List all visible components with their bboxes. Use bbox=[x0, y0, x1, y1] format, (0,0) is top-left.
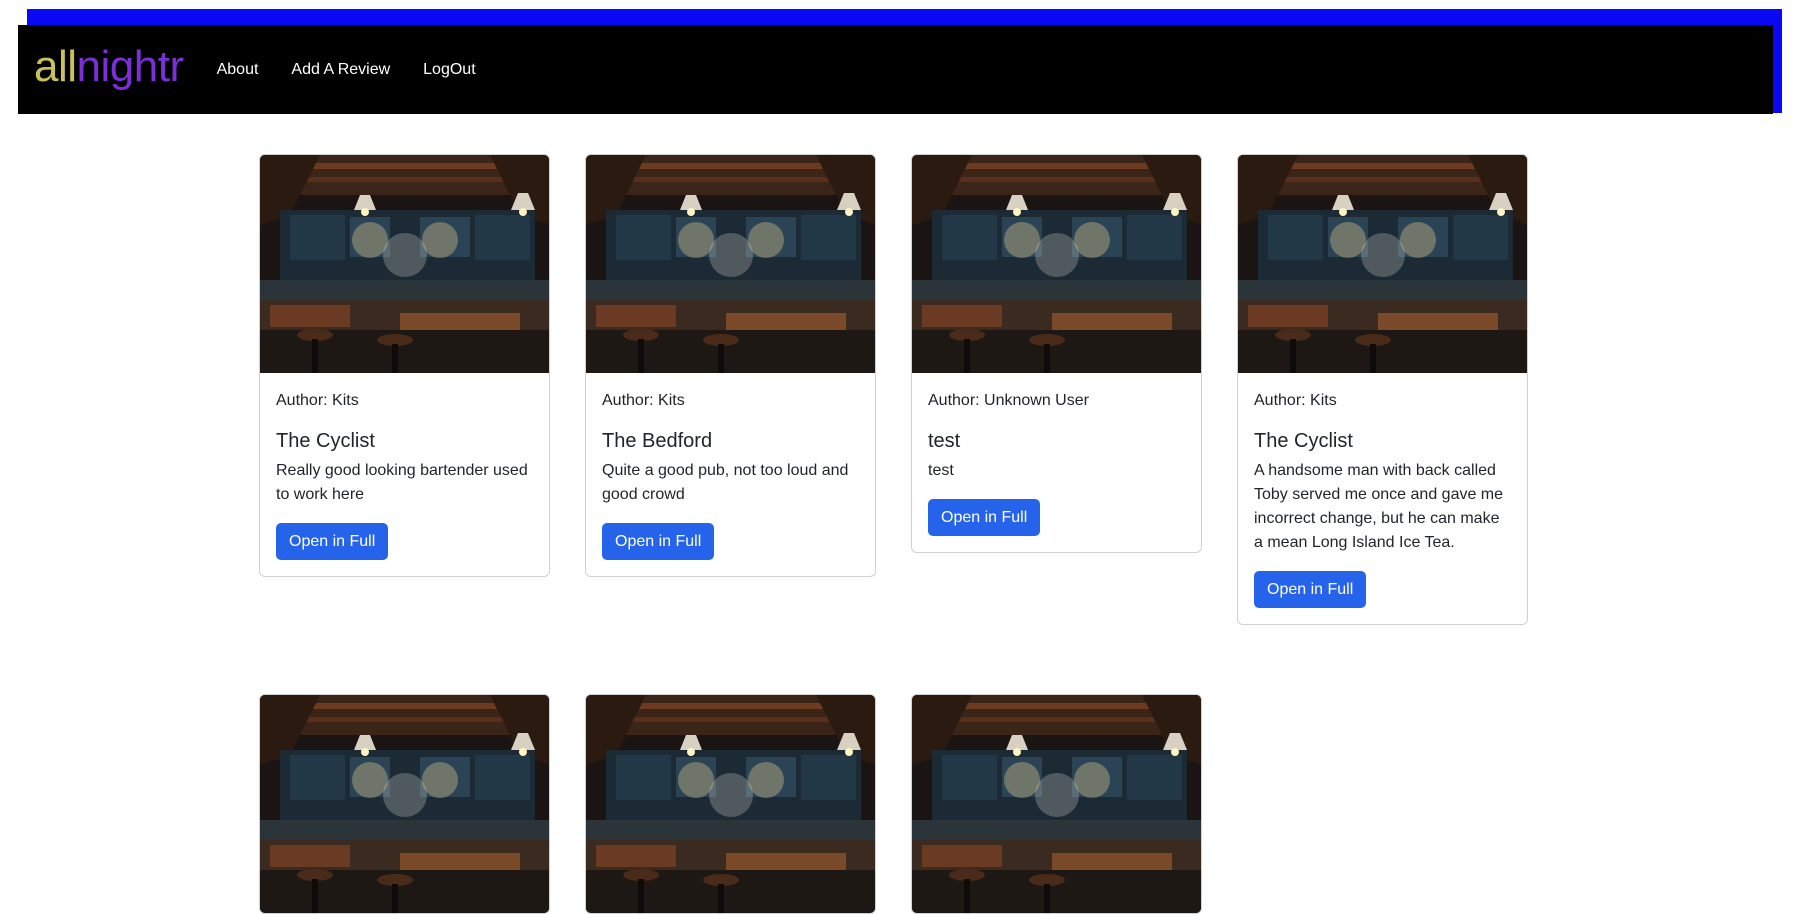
open-in-full-button[interactable]: Open in Full bbox=[276, 523, 389, 561]
card-author: Author: Kits bbox=[1254, 392, 1337, 409]
bar-interior-image bbox=[1238, 155, 1528, 373]
card-title: The Cyclist bbox=[276, 430, 375, 452]
open-in-full-button[interactable]: Open in Full bbox=[928, 499, 1041, 537]
review-card: Author: Unknown User test test Open in Full bbox=[911, 154, 1202, 554]
card-body: Author: Kits The Bedford Quite a good pub,… bbox=[586, 373, 875, 576]
navbar: allnightr About Add A Review LogOut bbox=[18, 25, 1773, 114]
bar-interior-image bbox=[586, 695, 876, 913]
review-card: Author: Kits The Bedford Quite a good pub,… bbox=[585, 154, 876, 578]
card-body: Author: Kits The Cyclist A handsome man wi… bbox=[1238, 373, 1527, 624]
review-card bbox=[585, 694, 876, 914]
bar-interior-image bbox=[586, 155, 876, 373]
bar-interior-image bbox=[912, 695, 1202, 913]
review-cards-grid: Author: Kits The Cyclist Really good looki… bbox=[259, 154, 1539, 914]
brand-part-1: all bbox=[34, 41, 77, 91]
card-author: Author: Unknown User bbox=[928, 392, 1089, 409]
card-author: Author: Kits bbox=[276, 392, 359, 409]
nav-links: About Add A Review LogOut bbox=[217, 61, 509, 79]
card-text: Really good looking bartender used to wo… bbox=[276, 462, 528, 503]
card-title: test bbox=[928, 430, 961, 452]
open-in-full-button[interactable]: Open in Full bbox=[1254, 571, 1367, 609]
open-in-full-button[interactable]: Open in Full bbox=[602, 523, 715, 561]
card-body: Author: Unknown User test test Open in Full bbox=[912, 373, 1201, 552]
card-text: test bbox=[928, 462, 954, 479]
review-card bbox=[911, 694, 1202, 914]
nav-logout-link[interactable]: LogOut bbox=[423, 61, 475, 79]
nav-add-review-link[interactable]: Add A Review bbox=[291, 61, 390, 79]
bar-interior-image bbox=[912, 155, 1202, 373]
card-author: Author: Kits bbox=[602, 392, 685, 409]
card-text: A handsome man with back called Toby ser… bbox=[1254, 462, 1504, 551]
card-body: Author: Kits The Cyclist Really good looki… bbox=[260, 373, 549, 576]
review-card: Author: Kits The Cyclist A handsome man wi… bbox=[1237, 154, 1528, 626]
bar-interior-image bbox=[260, 155, 550, 373]
nav-about-link[interactable]: About bbox=[217, 61, 259, 79]
brand-logo[interactable]: allnightr bbox=[34, 41, 185, 91]
review-card: Author: Kits The Cyclist Really good looki… bbox=[259, 154, 550, 578]
brand-part-2: nightr bbox=[76, 41, 185, 91]
review-card bbox=[259, 694, 550, 914]
bar-interior-image bbox=[260, 695, 550, 913]
card-title: The Bedford bbox=[602, 430, 713, 452]
card-title: The Cyclist bbox=[1254, 430, 1353, 452]
card-text: Quite a good pub, not too loud and good … bbox=[602, 462, 849, 503]
